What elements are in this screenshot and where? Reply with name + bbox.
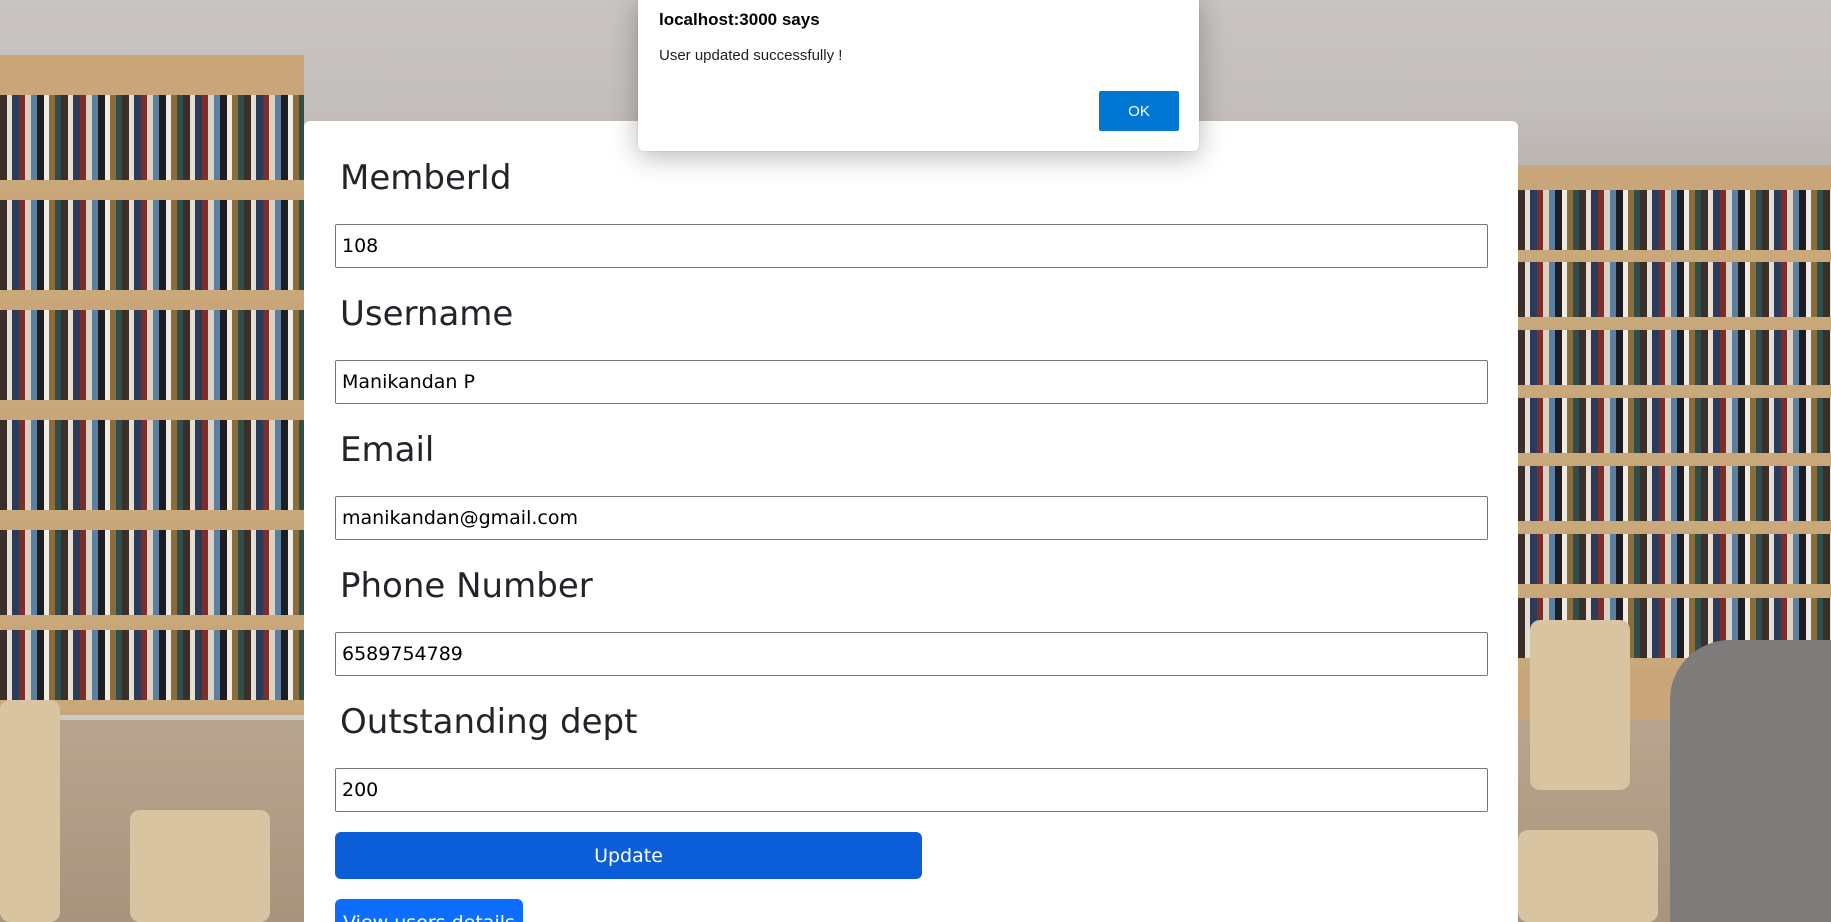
background-shelf-row (1518, 398, 1831, 463)
background-shelf-row (0, 95, 304, 190)
background-shelf-row (1518, 534, 1831, 594)
dialog-message: User updated successfully ! (659, 47, 843, 64)
outstanding-dept-label: Outstanding dept (340, 702, 638, 742)
background-shelf-row (0, 630, 304, 710)
app-viewport: MemberId Username Email Phone Number Out… (0, 0, 1831, 922)
update-button[interactable]: Update (335, 832, 922, 879)
background-shelf-row (0, 420, 304, 520)
background-chair (1518, 830, 1658, 922)
dialog-title: localhost:3000 says (659, 10, 820, 29)
update-user-form-card: MemberId Username Email Phone Number Out… (304, 121, 1518, 922)
dialog-ok-button[interactable]: OK (1099, 91, 1179, 131)
username-input[interactable] (335, 360, 1488, 404)
background-shelf-row (0, 310, 304, 410)
background-shelf-row (1518, 330, 1831, 395)
background-person (1670, 640, 1831, 922)
background-shelf-row (0, 530, 304, 625)
phone-number-input[interactable] (335, 632, 1488, 676)
email-input[interactable] (335, 496, 1488, 540)
background-chair (1530, 620, 1630, 790)
background-shelf-row (0, 200, 304, 300)
phone-number-label: Phone Number (340, 566, 593, 606)
memberid-input[interactable] (335, 224, 1488, 268)
username-label: Username (340, 294, 514, 334)
alert-dialog: localhost:3000 says User updated success… (638, 0, 1199, 151)
memberid-label: MemberId (340, 158, 512, 198)
background-shelf-row (1518, 262, 1831, 327)
background-chair (0, 700, 60, 922)
background-chair (130, 810, 270, 922)
background-shelf-row (1518, 190, 1831, 260)
background-shelf-row (1518, 466, 1831, 531)
email-label: Email (340, 430, 435, 470)
outstanding-dept-input[interactable] (335, 768, 1488, 812)
view-users-details-button[interactable]: View users details (335, 899, 523, 922)
